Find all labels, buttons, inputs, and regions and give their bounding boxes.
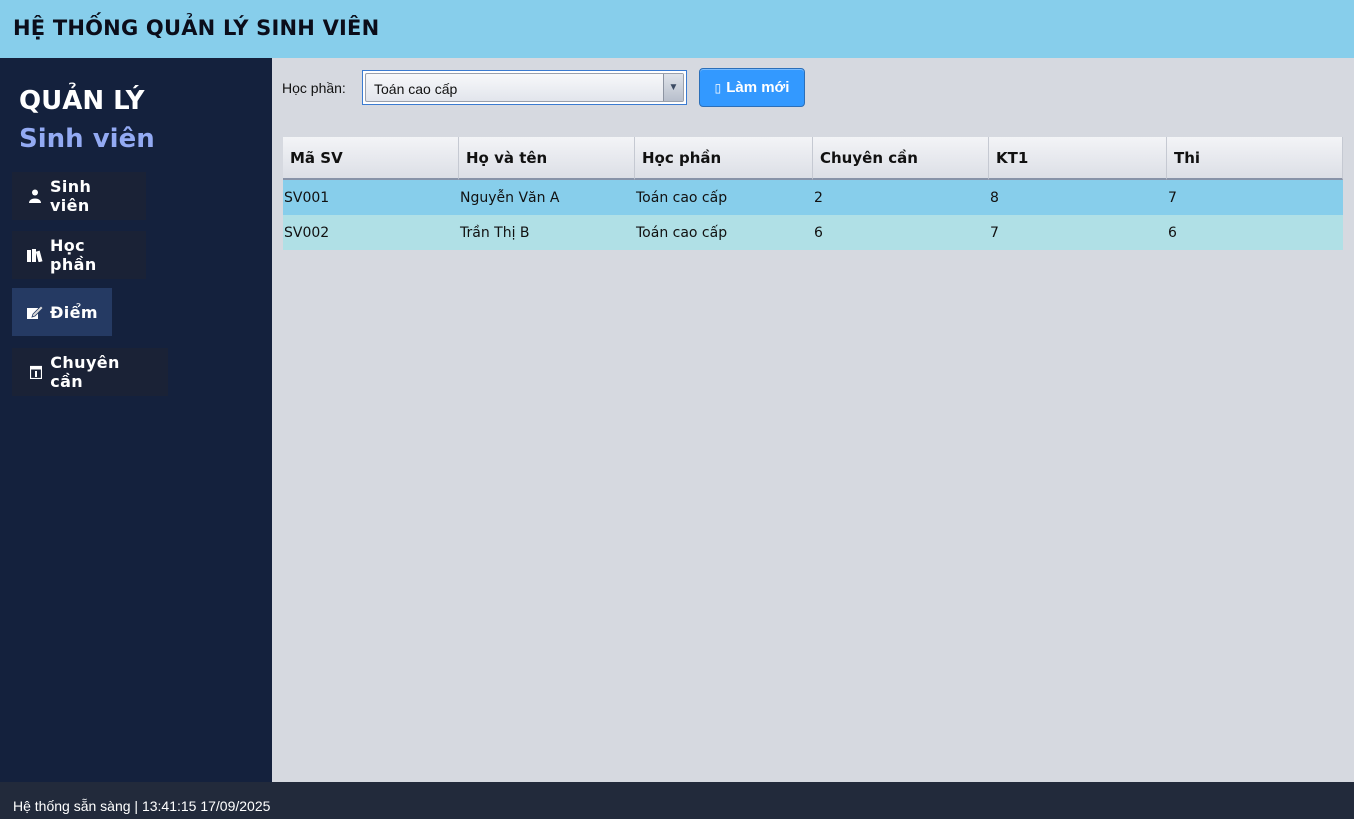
cell-thi: 7 — [1168, 189, 1177, 206]
sidebar-item-label: Học phần — [50, 236, 97, 274]
sidebar-item-diem[interactable]: Điểm — [12, 288, 112, 336]
status-text: Hệ thống sẵn sàng | 13:41:15 17/09/2025 — [13, 798, 271, 814]
course-select-box[interactable]: Toán cao cấp ▼ — [365, 73, 684, 102]
cell-kt1: 7 — [990, 224, 999, 241]
status-bar: Hệ thống sẵn sàng | 13:41:15 17/09/2025 — [0, 782, 1354, 819]
course-filter-label: Học phần: — [282, 80, 346, 96]
refresh-button-label: Làm mới — [726, 79, 790, 96]
brand-title: QUẢN LÝ — [19, 86, 145, 116]
grades-table: Mã SV Họ và tên Học phần Chuyên cần KT1 … — [283, 137, 1343, 250]
cell-thi: 6 — [1168, 224, 1177, 241]
books-icon — [27, 248, 44, 262]
edit-icon — [27, 305, 44, 319]
sidebar: QUẢN LÝ Sinh viên Sinh viên Học phần Điể… — [0, 58, 272, 782]
refresh-icon: ▯ — [714, 80, 722, 95]
column-header-thi[interactable]: Thi — [1167, 137, 1343, 180]
chevron-down-icon[interactable]: ▼ — [663, 74, 683, 101]
course-select[interactable]: Toán cao cấp ▼ — [362, 70, 687, 105]
cell-kt1: 8 — [990, 189, 999, 206]
table-row[interactable]: SV002 Trần Thị B Toán cao cấp 6 7 6 — [283, 215, 1343, 250]
sidebar-item-label: Điểm — [49, 302, 98, 322]
cell-chuyen-can: 6 — [814, 224, 823, 241]
sidebar-item-chuyen-can[interactable]: Chuyên cần — [12, 348, 168, 396]
cell-ho-ten: Trần Thị B — [460, 224, 530, 241]
column-header-hoc-phan[interactable]: Học phần — [635, 137, 813, 180]
brand-subtitle: Sinh viên — [19, 124, 155, 154]
sidebar-item-label: Sinh viên — [49, 177, 92, 215]
course-select-value: Toán cao cấp — [374, 81, 458, 97]
cell-ma-sv: SV001 — [284, 189, 330, 206]
app-title: HỆ THỐNG QUẢN LÝ SINH VIÊN — [13, 16, 380, 40]
refresh-button[interactable]: ▯ Làm mới — [699, 68, 805, 107]
cell-ho-ten: Nguyễn Văn A — [460, 189, 560, 206]
column-header-kt1[interactable]: KT1 — [989, 137, 1167, 180]
title-bar: HỆ THỐNG QUẢN LÝ SINH VIÊN — [0, 0, 1354, 58]
main-content: Học phần: Toán cao cấp ▼ ▯ Làm mới Mã SV… — [272, 58, 1354, 782]
column-header-chuyen-can[interactable]: Chuyên cần — [813, 137, 989, 180]
sidebar-item-sinh-vien[interactable]: Sinh viên — [12, 172, 146, 220]
calendar-icon — [27, 365, 44, 379]
cell-chuyen-can: 2 — [814, 189, 823, 206]
table-header: Mã SV Họ và tên Học phần Chuyên cần KT1 … — [283, 137, 1343, 180]
sidebar-item-label: Chuyên cần — [50, 353, 120, 391]
column-header-ma-sv[interactable]: Mã SV — [283, 137, 459, 180]
person-icon — [27, 189, 44, 203]
cell-hoc-phan: Toán cao cấp — [636, 224, 728, 241]
cell-ma-sv: SV002 — [284, 224, 330, 241]
cell-hoc-phan: Toán cao cấp — [636, 189, 728, 206]
sidebar-item-hoc-phan[interactable]: Học phần — [12, 231, 146, 279]
column-header-ho-ten[interactable]: Họ và tên — [459, 137, 635, 180]
table-row[interactable]: SV001 Nguyễn Văn A Toán cao cấp 2 8 7 — [283, 180, 1343, 215]
